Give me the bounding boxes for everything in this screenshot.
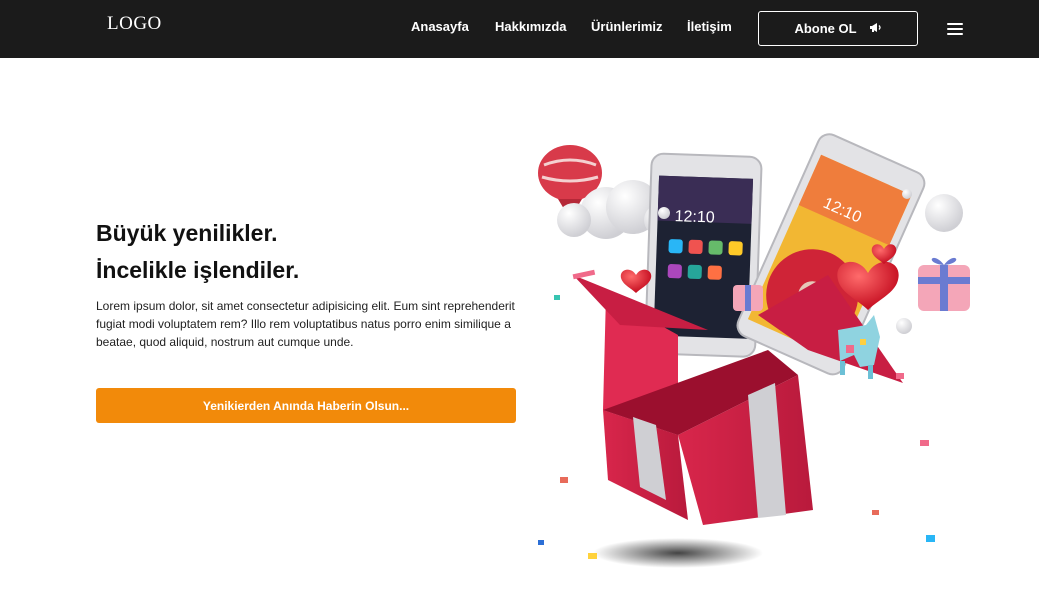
box-shadow [593, 538, 763, 568]
white-ball-tiny [902, 189, 912, 199]
megaphone-icon [869, 21, 882, 36]
subscribe-button[interactable]: Abone OL [758, 11, 918, 46]
small-gift-icon [733, 285, 763, 311]
hero-title-line-1: Büyük yenilikler. [96, 220, 278, 246]
pink-gift-icon [918, 257, 970, 311]
logo[interactable]: LOGO [107, 13, 162, 35]
white-ball-mini [658, 207, 670, 219]
nav-link-about[interactable]: Hakkımızda [495, 19, 567, 34]
gift-box-phones-illustration: 12:10 12:10 [538, 133, 970, 568]
notify-cta-button[interactable]: Yenikierden Anında Haberin Olsun... [96, 388, 516, 423]
nav-link-home[interactable]: Anasayfa [411, 19, 469, 34]
white-ball-large [925, 194, 963, 232]
hero-title: Büyük yenilikler. İncelikle işlendiler. [96, 215, 516, 289]
hero-title-line-2: İncelikle işlendiler. [96, 257, 300, 283]
top-navbar: LOGO Anasayfa Hakkımızda Ürünlerimiz İle… [0, 0, 1039, 58]
nav-link-products[interactable]: Ürünlerimiz [591, 19, 663, 34]
hero-description: Lorem ipsum dolor, sit amet consectetur … [96, 299, 515, 349]
nav-link-contact[interactable]: İletişim [687, 19, 732, 34]
hamburger-menu-icon[interactable] [947, 23, 963, 35]
white-ball-small [896, 318, 912, 334]
subscribe-label: Abone OL [794, 21, 857, 36]
svg-text:12:10: 12:10 [674, 208, 715, 226]
